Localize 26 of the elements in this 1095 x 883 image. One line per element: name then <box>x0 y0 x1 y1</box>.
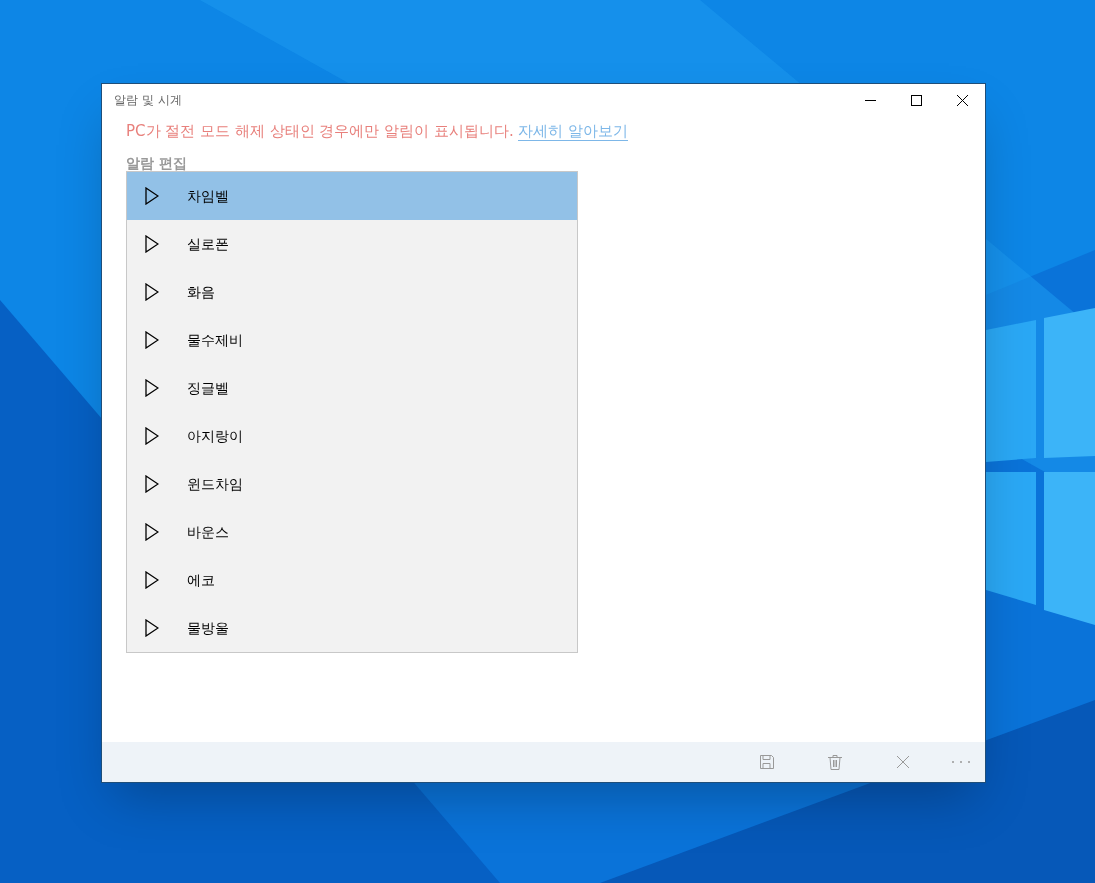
sound-name: 윈드차임 <box>187 474 243 494</box>
window-title: 알람 및 시계 <box>114 92 183 109</box>
play-icon[interactable] <box>145 427 159 445</box>
play-icon[interactable] <box>145 619 159 637</box>
maximize-icon[interactable] <box>910 94 922 106</box>
sound-name: 바운스 <box>187 522 229 542</box>
play-icon[interactable] <box>145 331 159 349</box>
sound-name: 실로폰 <box>187 234 229 254</box>
sound-name: 징글벨 <box>187 378 229 398</box>
play-icon[interactable] <box>145 523 159 541</box>
play-icon[interactable] <box>145 235 159 253</box>
sound-name: 화음 <box>187 282 215 302</box>
play-icon[interactable] <box>145 187 159 205</box>
sound-name: 물수제비 <box>187 330 243 350</box>
play-icon[interactable] <box>145 475 159 493</box>
sound-name: 아지랑이 <box>187 426 243 446</box>
play-icon[interactable] <box>145 283 159 301</box>
section-title: 알람 편집 <box>126 156 188 170</box>
notice-text: PC가 절전 모드 해제 상태인 경우에만 알림이 표시됩니다. 자세히 알아보기 <box>126 121 630 142</box>
sound-name: 에코 <box>187 570 215 590</box>
sound-name: 차임벨 <box>187 186 229 206</box>
sound-name: 물방울 <box>187 618 229 638</box>
sound-item[interactable]: 차임벨 <box>127 172 577 220</box>
play-icon[interactable] <box>145 379 159 397</box>
close-icon[interactable] <box>956 94 968 106</box>
play-icon[interactable] <box>145 571 159 589</box>
